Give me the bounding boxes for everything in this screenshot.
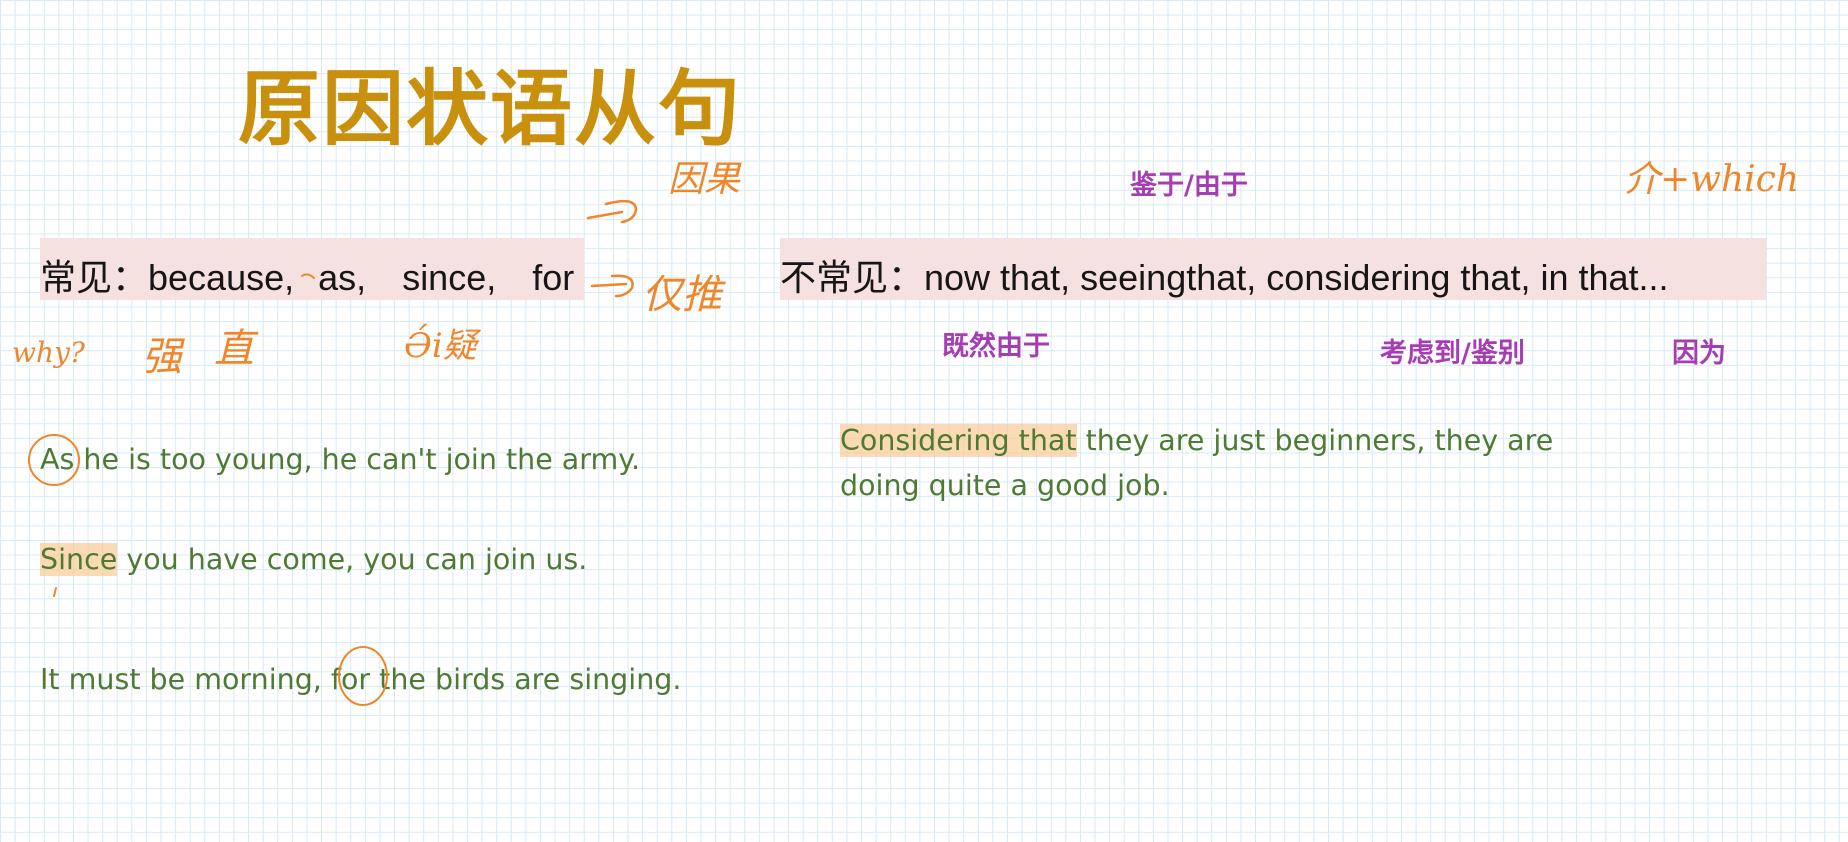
example-for-rest: the birds are singing.: [370, 663, 682, 696]
conj-seeing-that: that,: [1186, 257, 1257, 298]
conj-since: since,: [402, 257, 497, 298]
example-considering-line2: doing quite a good job.: [840, 469, 1170, 502]
conj-for: for: [532, 257, 575, 298]
example-since: Since you have come, you can join us.: [40, 543, 587, 576]
note-prep-which: 介+which: [1624, 159, 1800, 200]
uncommon-conjunctions-row: 不常见：now that, seeingthat, considering th…: [780, 249, 1669, 301]
uncommon-label: 不常见：: [780, 257, 925, 298]
meaning-seeing-that: 既然由于: [942, 331, 1050, 362]
note-cause-effect: 因果: [668, 159, 741, 200]
example-since-rest: you have come, you can join us.: [117, 543, 588, 576]
note-obvious: Ə́i疑: [404, 326, 477, 366]
example-considering-line1: Considering that they are just beginners…: [840, 424, 1553, 457]
common-label: 常见：: [40, 257, 149, 298]
note-direct: 直: [214, 326, 254, 372]
example-since-keyword: Since: [40, 543, 118, 576]
conj-considering-that: considering that,: [1266, 257, 1531, 298]
note-strong: 强: [142, 334, 182, 380]
example-as-rest: he is too young, he can't join the army.: [74, 443, 641, 476]
meaning-in-that: 因为: [1672, 338, 1726, 369]
meaning-now-that: 鉴于/由于: [1130, 170, 1248, 201]
conj-now-that: now that,: [924, 257, 1071, 298]
page-title: 原因状语从句: [238, 62, 743, 157]
note-why: why?: [12, 336, 85, 369]
example-considering-rest: they are just beginners, they are: [1076, 424, 1554, 457]
conj-in-that: in that...: [1540, 257, 1669, 298]
note-inference: 仅推: [642, 272, 722, 318]
conj-seeing: seeing: [1080, 257, 1187, 298]
example-for-prefix: It must be morning,: [40, 663, 331, 696]
common-conjunctions-row: 常见：because, as, since, for: [40, 249, 574, 301]
conj-because: because,: [148, 257, 295, 298]
example-considering-keyword: Considering that: [840, 424, 1077, 457]
meaning-considering-that: 考虑到/鉴别: [1380, 338, 1525, 369]
as-circle-mark: [28, 434, 80, 486]
example-as: As he is too young, he can't join the ar…: [40, 443, 640, 476]
conj-as: as,: [318, 257, 367, 298]
for-circle-mark: [338, 646, 388, 706]
